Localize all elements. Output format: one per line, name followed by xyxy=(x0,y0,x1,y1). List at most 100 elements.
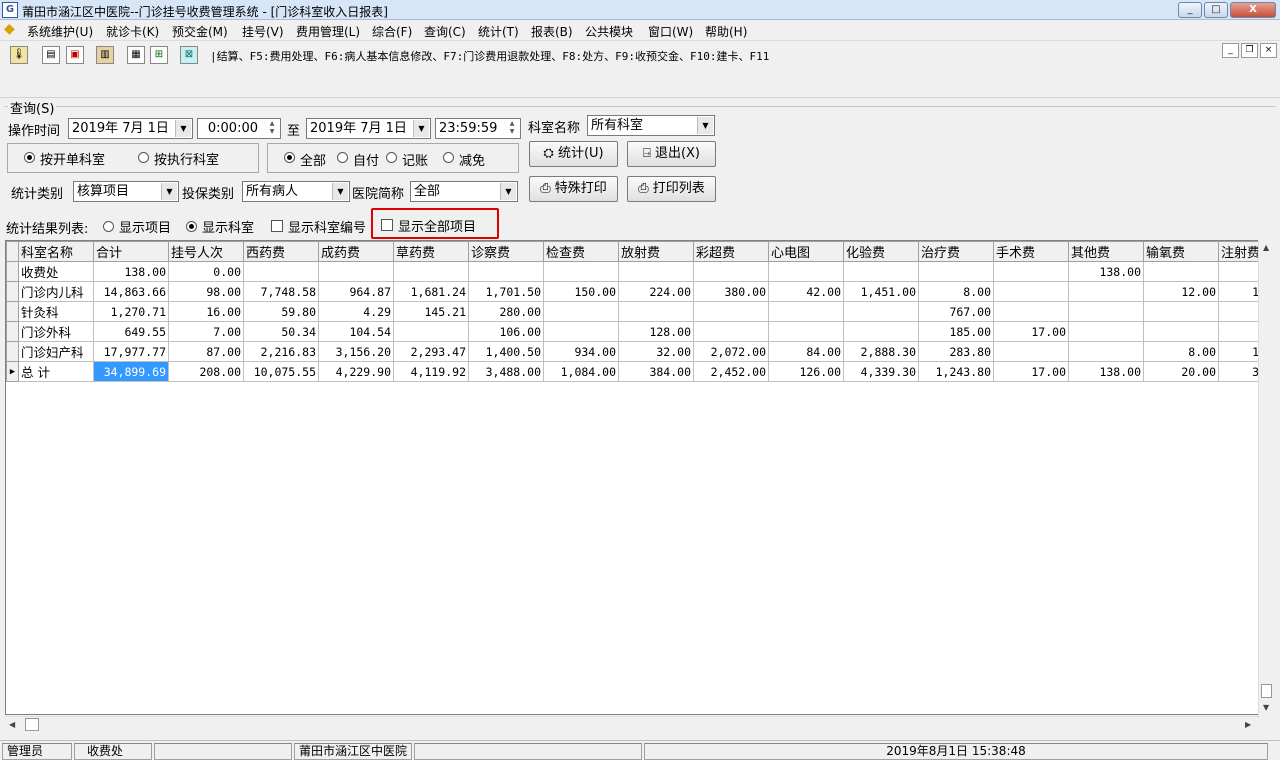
amount-cell[interactable]: 2,888.30 xyxy=(843,341,919,362)
amount-cell[interactable]: 17,977.77 xyxy=(93,341,169,362)
amount-cell[interactable]: 2,293.47 xyxy=(393,341,469,362)
amount-cell[interactable]: 4,119.92 xyxy=(393,361,469,382)
radio-waive-label[interactable]: 减免 xyxy=(459,150,485,169)
amount-cell[interactable]: 59.80 xyxy=(243,301,319,322)
amount-cell[interactable] xyxy=(993,301,1069,322)
radio-show-item[interactable] xyxy=(103,221,114,232)
amount-cell[interactable]: 1,451.00 xyxy=(843,281,919,302)
amount-cell[interactable] xyxy=(1068,281,1144,302)
amount-cell[interactable]: 14,863.66 xyxy=(93,281,169,302)
column-header[interactable]: 成药费 xyxy=(318,241,394,262)
amount-cell[interactable]: 4,229.90 xyxy=(318,361,394,382)
amount-cell[interactable]: 20.00 xyxy=(1143,361,1219,382)
amount-cell[interactable] xyxy=(843,301,919,322)
chevron-down-icon[interactable]: ▼ xyxy=(161,183,177,200)
chevron-down-icon[interactable]: ▼ xyxy=(332,183,348,200)
new-doc-icon[interactable]: ▤ xyxy=(42,46,60,64)
amount-cell[interactable]: 12.00 xyxy=(1143,281,1219,302)
amount-cell[interactable]: 8.00 xyxy=(1143,341,1219,362)
menu-report[interactable]: 报表(B) xyxy=(531,23,573,40)
print-list-button[interactable]: ⎙ 打印列表 xyxy=(627,176,716,202)
amount-cell[interactable] xyxy=(768,321,844,342)
scroll-right-icon[interactable]: ▶ xyxy=(1245,720,1251,729)
close-x-icon[interactable]: ⊠ xyxy=(180,46,198,64)
dept-name-cell[interactable]: 总 计 xyxy=(18,361,94,382)
amount-cell[interactable] xyxy=(243,261,319,282)
chevron-down-icon[interactable]: ▼ xyxy=(500,183,516,200)
menu-window[interactable]: 窗口(W) xyxy=(648,23,693,40)
radio-exec-dept[interactable] xyxy=(138,152,149,163)
amount-cell[interactable] xyxy=(993,281,1069,302)
amount-cell[interactable] xyxy=(393,261,469,282)
table-row[interactable]: 门诊外科 649.55 7.00 50.34 104.54 106.00 128.00 185… xyxy=(6,321,1269,342)
amount-cell[interactable]: 934.00 xyxy=(543,341,619,362)
data-grid[interactable]: 科室名称 合计 挂号人次 西药费 成药费 草药费 诊察费 检查费 放射费 彩超费 心电图 化验费 治疗费… xyxy=(5,240,1273,715)
amount-cell[interactable]: 185.00 xyxy=(918,321,994,342)
amount-cell[interactable] xyxy=(618,301,694,322)
radio-selfpay[interactable] xyxy=(337,152,348,163)
amount-cell[interactable]: 150.00 xyxy=(543,281,619,302)
column-header[interactable]: 彩超费 xyxy=(693,241,769,262)
amount-cell[interactable] xyxy=(1068,321,1144,342)
amount-cell[interactable]: 2,452.00 xyxy=(693,361,769,382)
scroll-up-icon[interactable]: ▲ xyxy=(1263,243,1269,252)
chevron-down-icon[interactable]: ▼ xyxy=(697,117,713,134)
amount-cell[interactable]: 32.00 xyxy=(618,341,694,362)
amount-cell[interactable]: 224.00 xyxy=(618,281,694,302)
horizontal-scroll-thumb[interactable] xyxy=(25,718,39,731)
end-date-picker[interactable]: 2019年 7月 1日 ▼ xyxy=(306,118,431,139)
menu-fee[interactable]: 费用管理(L) xyxy=(296,23,360,40)
row-indicator[interactable] xyxy=(6,301,19,322)
amount-cell[interactable]: 138.00 xyxy=(93,261,169,282)
start-time-field[interactable]: 0:00:00 ▲ ▼ xyxy=(197,118,281,139)
amount-cell[interactable] xyxy=(993,341,1069,362)
dept-name-cell[interactable]: 门诊妇产科 xyxy=(18,341,94,362)
amount-cell[interactable]: 128.00 xyxy=(618,321,694,342)
amount-cell[interactable]: 2,216.83 xyxy=(243,341,319,362)
amount-cell[interactable]: 126.00 xyxy=(768,361,844,382)
amount-cell[interactable]: 1,701.50 xyxy=(468,281,544,302)
amount-cell[interactable] xyxy=(843,261,919,282)
amount-cell[interactable]: 16.00 xyxy=(168,301,244,322)
amount-cell[interactable]: 1,243.80 xyxy=(918,361,994,382)
column-header[interactable]: 检查费 xyxy=(543,241,619,262)
amount-cell[interactable] xyxy=(1143,321,1219,342)
radio-order-dept[interactable] xyxy=(24,152,35,163)
column-header[interactable]: 化验费 xyxy=(843,241,919,262)
column-header[interactable]: 其他费 xyxy=(1068,241,1144,262)
menu-help[interactable]: 帮助(H) xyxy=(705,23,747,40)
amount-cell[interactable] xyxy=(543,321,619,342)
column-header[interactable]: 治疗费 xyxy=(918,241,994,262)
book-icon[interactable]: ▥ xyxy=(96,46,114,64)
chevron-down-icon[interactable]: ▼ xyxy=(175,120,191,137)
amount-cell[interactable] xyxy=(693,321,769,342)
table-row[interactable]: 收费处 138.00 0.00 138.00 xyxy=(6,261,1269,282)
column-header[interactable]: 诊察费 xyxy=(468,241,544,262)
menu-query[interactable]: 查询(C) xyxy=(424,23,466,40)
scroll-down-icon[interactable]: ▼ xyxy=(1263,703,1269,712)
column-header[interactable]: 手术费 xyxy=(993,241,1069,262)
amount-cell[interactable]: 84.00 xyxy=(768,341,844,362)
amount-cell[interactable]: 138.00 xyxy=(1068,261,1144,282)
stat-button[interactable]: ⛭ 统计(U) xyxy=(529,141,618,167)
column-header[interactable]: 心电图 xyxy=(768,241,844,262)
thermometer-icon[interactable]: 🌡 xyxy=(10,46,28,64)
amount-cell[interactable] xyxy=(1068,301,1144,322)
scroll-left-icon[interactable]: ◀ xyxy=(9,720,15,729)
radio-show-dept[interactable] xyxy=(186,221,197,232)
column-header[interactable]: 合计 xyxy=(93,241,169,262)
amount-cell[interactable]: 145.21 xyxy=(393,301,469,322)
amount-cell[interactable] xyxy=(543,261,619,282)
amount-cell[interactable] xyxy=(468,261,544,282)
table-row[interactable]: ▶ 总 计 34,899.69 208.00 10,075.55 4,229.90 4,11… xyxy=(6,361,1269,382)
vertical-scrollbar[interactable]: ▲ ▼ xyxy=(1258,240,1274,718)
row-indicator[interactable] xyxy=(6,261,19,282)
menu-card[interactable]: 就诊卡(K) xyxy=(106,23,159,40)
amount-cell[interactable]: 7.00 xyxy=(168,321,244,342)
amount-cell[interactable]: 106.00 xyxy=(468,321,544,342)
maximize-button[interactable]: □ xyxy=(1204,2,1228,18)
amount-cell[interactable]: 380.00 xyxy=(693,281,769,302)
radio-show-item-label[interactable]: 显示项目 xyxy=(119,217,171,236)
amount-cell[interactable]: 10,075.55 xyxy=(243,361,319,382)
minimize-button[interactable]: _ xyxy=(1178,2,1202,18)
